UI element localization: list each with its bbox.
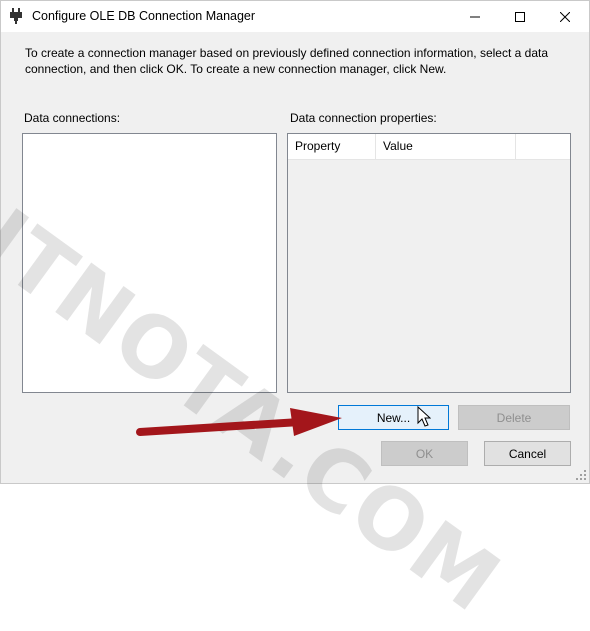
delete-button[interactable]: Delete — [458, 405, 570, 430]
window-title: Configure OLE DB Connection Manager — [32, 9, 256, 23]
minimize-icon[interactable] — [452, 1, 497, 32]
column-header-blank — [516, 134, 570, 159]
new-button[interactable]: New... — [338, 405, 449, 430]
column-header-property[interactable]: Property — [288, 134, 376, 159]
instructions-text: To create a connection manager based on … — [25, 46, 548, 76]
maximize-icon[interactable] — [497, 1, 542, 32]
resize-grip-icon[interactable] — [575, 469, 587, 481]
data-connection-properties-grid[interactable]: Property Value — [287, 133, 571, 393]
ok-button[interactable]: OK — [381, 441, 468, 466]
data-connections-label: Data connections: — [24, 111, 121, 125]
cancel-button[interactable]: Cancel — [484, 441, 571, 466]
column-header-value[interactable]: Value — [376, 134, 516, 159]
title-bar[interactable]: Configure OLE DB Connection Manager — [1, 1, 589, 32]
close-icon[interactable] — [542, 1, 587, 32]
data-connections-list[interactable] — [22, 133, 277, 393]
plug-icon — [10, 8, 22, 24]
dialog-window: Configure OLE DB Connection Manager To c… — [0, 0, 590, 484]
data-connection-properties-label: Data connection properties: — [290, 111, 437, 125]
grid-header: Property Value — [288, 134, 570, 160]
